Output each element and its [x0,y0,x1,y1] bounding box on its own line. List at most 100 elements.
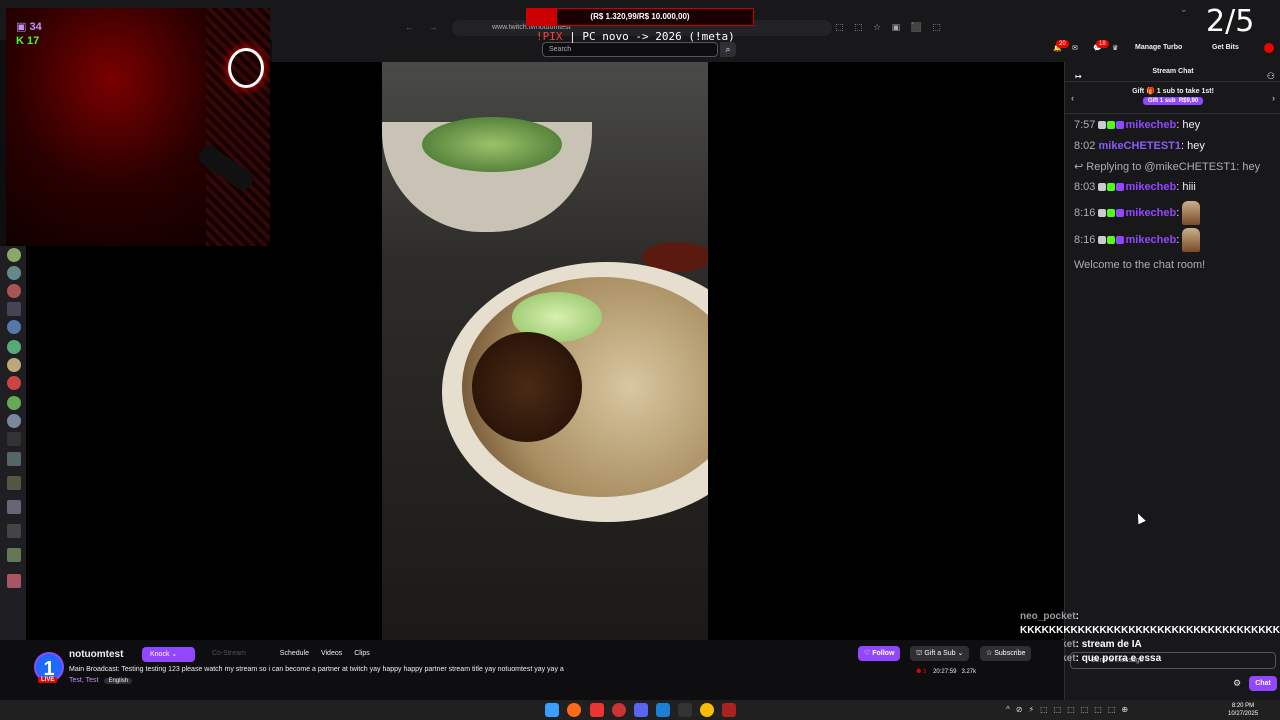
channel-avatar[interactable] [7,476,21,490]
reply-icon: ↩ [1074,161,1084,173]
salad [422,117,562,172]
channel-avatar[interactable] [7,432,21,446]
stream-title: Main Broadcast: Testing testing 123 plea… [69,666,564,673]
badge-icon [1107,235,1116,244]
badge-icon [1107,183,1116,191]
channel-avatar[interactable] [7,284,21,298]
channel-avatar[interactable] [7,358,21,372]
chat-message: 8:16 mikecheb: [1074,228,1274,255]
chat-message: 7:57 mikecheb: hey [1074,119,1201,131]
channel-avatar[interactable] [7,266,21,280]
channel-avatar[interactable] [7,500,21,514]
app-icon[interactable] [722,703,736,717]
follower-count: 3.27k [961,669,977,675]
chat-welcome: Welcome to the chat room! [1074,259,1206,271]
channel-avatar[interactable] [7,302,21,316]
stream-stats: ⚉ 3 20:27:59 3.27k [916,668,976,675]
donation-goal-fill [527,9,557,25]
get-bits-button[interactable]: Get Bits [1212,44,1239,51]
whispers-badge: 18 [1096,40,1109,48]
chat-username[interactable]: mikecheb [1125,119,1176,131]
badge-icon [1098,183,1107,191]
chat-message: 8:16 mikecheb: [1074,201,1274,228]
kick-viewer-count: 17 [27,35,40,47]
badge-icon [1116,183,1125,191]
gift-a-sub-button[interactable]: ⛫ Gift a Sub ⌄ [910,646,970,661]
channel-avatar[interactable] [7,524,21,538]
chrome-icon[interactable] [700,703,714,717]
channel-avatar[interactable] [7,574,21,588]
app-icon[interactable] [678,703,692,717]
app-icon[interactable] [612,703,626,717]
chat-message: 8:03 mikecheb: hiii [1074,181,1196,193]
channel-avatar[interactable] [7,248,21,262]
chat-send-button[interactable]: Chat [1249,676,1277,691]
channel-info-bar: 1 LIVE notuomtest Knock ⌄ Co-Stream Sche… [26,640,1064,702]
badge-icon [1116,235,1125,244]
channel-avatar[interactable] [7,340,21,354]
tab-videos[interactable]: Videos [321,650,342,657]
chat-title: Stream Chat [1152,68,1194,75]
gift-sub-button[interactable]: Gift 1 sub R$9,90 [1142,97,1204,105]
badge-icon [1116,121,1125,129]
subscribe-button[interactable]: ☆ Subscribe [980,646,1032,661]
viewer-count: 3 [923,669,927,675]
app-icon[interactable] [590,703,604,717]
badge-icon [1107,121,1116,129]
donation-goal-text: (R$ 1.320,99/R$ 10.000,00) [590,12,690,21]
channel-avatar[interactable] [7,452,21,466]
search-input[interactable]: Search [542,42,718,57]
chat-username[interactable]: mikecheb [1125,234,1176,246]
stream-video-frame [382,62,708,640]
chat-username[interactable]: mikeCHETEST1 [1098,140,1181,152]
chat-message: 8:02 mikeCHETEST1: hey [1074,140,1205,152]
channel-avatar[interactable] [7,396,21,410]
channel-avatar[interactable] [7,548,21,562]
chevron-left-icon[interactable]: ‹ [1071,93,1074,103]
channel-tabs: Co-Stream Schedule Videos Clips [212,650,380,657]
webcam-overlay: ▣ 34 K 17 [6,8,270,246]
manage-turbo-button[interactable]: Manage Turbo [1135,44,1182,51]
co-stream-button[interactable]: Co-Stream [212,650,246,657]
system-tray-icons[interactable]: ^⊘⚡⬚⬚⬚⬚⬚⬚⊕ [1006,705,1134,714]
chat-reply-context[interactable]: ↩ Replying to @mikeCHETEST1: hey [1074,160,1274,180]
user-avatar[interactable] [1264,43,1274,53]
channel-avatar[interactable] [7,414,21,428]
channel-avatar[interactable] [7,320,21,334]
badge-icon [1098,208,1107,217]
gear-icon[interactable]: ⚙ [1233,678,1241,689]
channel-name[interactable]: notuomtest [69,649,123,660]
badge-icon [1098,235,1107,244]
inbox-icon[interactable]: ✉ [1072,44,1078,52]
language-tag[interactable]: English [104,678,133,684]
tab-clips[interactable]: Clips [354,650,370,657]
ticker-overlay: !PIX | PC novo -> 2026 (!meta) [536,30,735,43]
emote-icon[interactable] [1182,228,1201,252]
chat-panel: ↦ Stream Chat ⚇ ‹ Gift 🎁 1 sub to take 1… [1064,62,1280,702]
twitch-viewer-count: 34 [29,21,42,33]
chevron-right-icon[interactable]: › [1272,93,1275,103]
prime-crown-icon[interactable]: ♛ [1112,44,1118,52]
start-icon[interactable] [545,703,559,717]
discord-icon[interactable] [634,703,648,717]
stream-category[interactable]: Test, Test English [69,677,133,684]
uptime: 20:27:59 [933,669,957,675]
search-icon[interactable]: ⌕ [720,42,736,57]
knock-button[interactable]: Knock ⌄ [142,647,196,662]
browser-extension-icons[interactable]: ⬚ ⬚ ☆ ▣ ⬛ ⬚ [835,22,945,33]
braised-beef [472,332,582,442]
chat-username[interactable]: mikecheb [1125,207,1176,219]
follow-button[interactable]: ♡ Follow [858,646,901,661]
window-control[interactable]: ⌄ [1180,4,1188,15]
neon-sign [228,48,264,88]
firefox-icon[interactable] [567,703,581,717]
taskbar-clock[interactable]: 8:20 PM 10/27/2025 [1228,702,1258,718]
gift-text: Gift 🎁 1 sub to take 1st! [1132,88,1214,95]
badge-icon [1098,121,1107,129]
tab-schedule[interactable]: Schedule [280,650,309,657]
app-icon[interactable] [656,703,670,717]
emote-icon[interactable] [1182,201,1201,225]
channel-avatar[interactable] [7,376,21,390]
followed-channels-sidebar [0,246,26,640]
chat-username[interactable]: mikecheb [1125,181,1176,193]
